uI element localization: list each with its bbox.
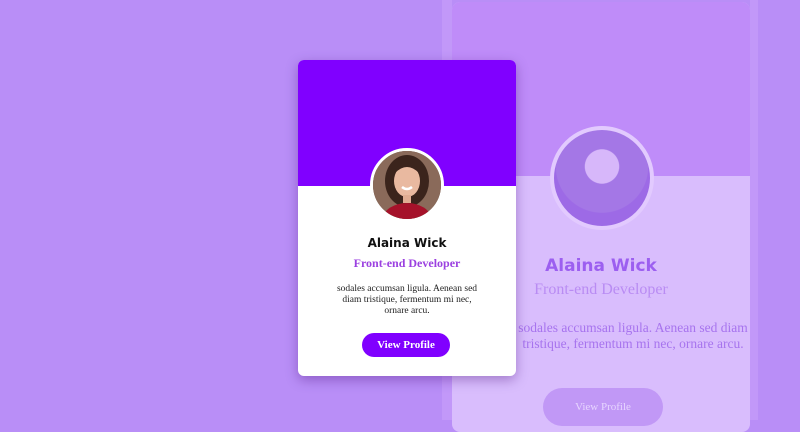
ghost-profile-description: sodales accumsan ligula. Aenean sed diam…	[518, 320, 748, 351]
profile-card: Alaina Wick Front-end Developer sodales …	[298, 60, 516, 376]
view-profile-button[interactable]: View Profile	[362, 333, 450, 357]
profile-description: sodales accumsan ligula. Aenean sed diam…	[336, 284, 478, 316]
profile-name: Alaina Wick	[367, 236, 447, 250]
profile-photo-icon	[373, 151, 441, 219]
ghost-card-shadow-right	[750, 0, 758, 420]
avatar	[370, 148, 444, 222]
ghost-view-profile-button: View Profile	[543, 388, 663, 426]
profile-role: Front-end Developer	[353, 256, 461, 270]
ghost-avatar	[550, 126, 654, 230]
